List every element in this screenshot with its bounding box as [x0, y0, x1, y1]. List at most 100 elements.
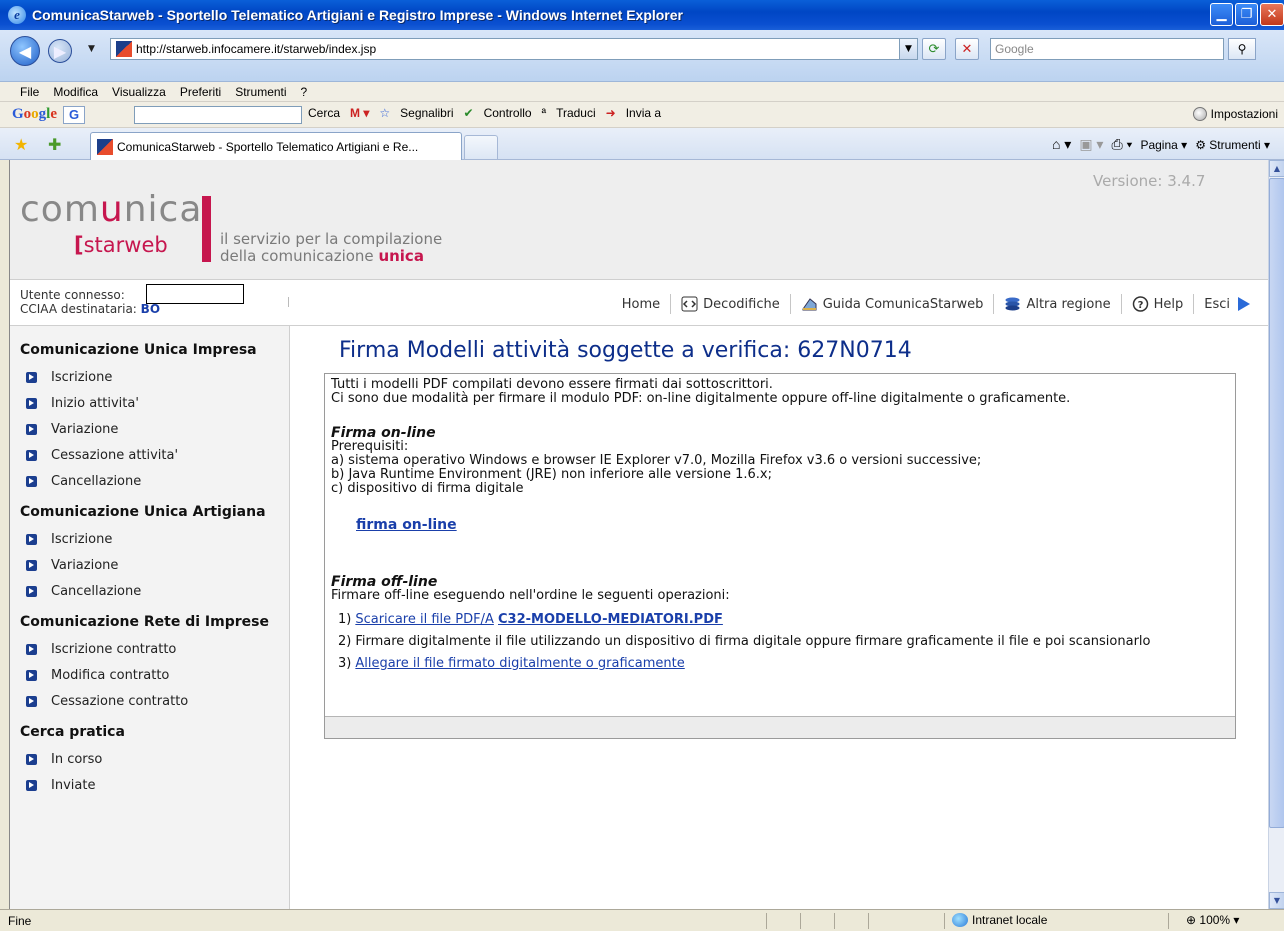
sidebar-item-impresa-inizio-attivita[interactable]: Inizio attivita': [10, 390, 289, 416]
home-icon[interactable]: ⌂ ▾: [1052, 136, 1071, 153]
step-sign: 2) Firmare digitalmente il file utilizza…: [338, 634, 1151, 649]
menu-modifica[interactable]: Modifica: [53, 85, 98, 99]
nav-decodifiche[interactable]: Decodifiche: [670, 294, 790, 314]
tools-menu[interactable]: ⚙ Strumenti ▾: [1195, 138, 1270, 152]
command-bar: ⌂ ▾ ▣ ▾ ⎙ ▾ Pagina ▾ ⚙ Strumenti ▾: [1052, 136, 1270, 153]
status-divider: [868, 913, 869, 929]
arrow-bullet-icon: [26, 371, 37, 383]
user-connected-value: [146, 284, 244, 304]
arrow-bullet-icon: [26, 753, 37, 765]
nav-help[interactable]: ? Help: [1120, 294, 1194, 314]
search-input[interactable]: Google: [990, 38, 1224, 60]
sidebar-item-artigiana-iscrizione[interactable]: Iscrizione: [10, 526, 289, 552]
menu-help[interactable]: ?: [301, 85, 308, 99]
version-label: Versione: 3.4.7: [1093, 172, 1206, 190]
pdf-filename-link[interactable]: C32-MODELLO-MEDIATORI.PDF: [498, 613, 723, 627]
menu-strumenti[interactable]: Strumenti: [235, 85, 286, 99]
menu-visualizza[interactable]: Visualizza: [112, 85, 166, 99]
google-segnalibri-button[interactable]: Segnalibri: [400, 106, 453, 120]
refresh-icon[interactable]: ⟳: [922, 38, 946, 60]
scroll-thumb[interactable]: [1269, 178, 1284, 828]
top-navigation: Home Decodifiche Guida ComunicaStarweb A…: [612, 294, 1267, 314]
google-traduci-button[interactable]: Traduci: [556, 106, 596, 120]
forward-button[interactable]: ▶: [48, 39, 72, 63]
stop-icon[interactable]: ✕: [955, 38, 979, 60]
close-button[interactable]: ✕: [1260, 3, 1284, 26]
security-zone[interactable]: Intranet locale: [952, 913, 1047, 927]
sidebar-section-title: Comunicazione Rete di Imprese: [20, 614, 269, 630]
feeds-icon[interactable]: ▣ ▾: [1079, 136, 1103, 153]
url-text[interactable]: http://starweb.infocamere.it/starweb/ind…: [136, 42, 376, 56]
vertical-scrollbar[interactable]: ▲ ▼: [1268, 160, 1284, 909]
page-viewport: comunica [starweb il servizio per la com…: [9, 160, 1268, 909]
google-menu-button[interactable]: G: [63, 105, 86, 124]
settings-label[interactable]: Impostazioni: [1211, 107, 1278, 121]
intro-text: Tutti i modelli PDF compilati devono ess…: [331, 377, 773, 392]
decodifiche-icon: [681, 296, 698, 312]
url-field[interactable]: http://starweb.infocamere.it/starweb/ind…: [110, 38, 918, 60]
address-bar: ◀ ▶ ▼ http://starweb.infocamere.it/starw…: [0, 30, 1284, 82]
status-divider: [944, 913, 945, 929]
google-settings-button[interactable]: Impostazioni: [1192, 107, 1278, 121]
tab-favicon-icon: [97, 138, 113, 155]
nav-esci[interactable]: Esci: [1193, 294, 1267, 314]
arrow-bullet-icon: [26, 533, 37, 545]
search-icon[interactable]: ⚲: [1228, 38, 1256, 60]
prereq-item: a) sistema operativo Windows e browser I…: [331, 453, 982, 468]
offline-intro: Firmare off-line eseguendo nell'ordine l…: [331, 588, 730, 603]
page-menu[interactable]: Pagina ▾: [1140, 138, 1187, 152]
help-icon: ?: [1132, 296, 1148, 312]
google-controllo-button[interactable]: Controllo: [484, 106, 532, 120]
attach-signed-file-link[interactable]: Allegare il file firmato digitalmente o …: [355, 657, 684, 671]
google-search-input[interactable]: [134, 106, 302, 124]
zoom-level[interactable]: ⊕ 100% ▾: [1186, 913, 1239, 927]
nav-home[interactable]: Home: [612, 294, 670, 314]
nav-guida[interactable]: Guida ComunicaStarweb: [789, 294, 994, 314]
menu-preferiti[interactable]: Preferiti: [180, 85, 221, 99]
url-dropdown-icon[interactable]: ▼: [899, 39, 917, 59]
bookmarks-star-icon: ☆: [379, 106, 391, 120]
translate-icon: ª: [541, 106, 547, 120]
history-dropdown-icon[interactable]: ▼: [88, 44, 95, 54]
sidebar-item-rete-iscrizione-contratto[interactable]: Iscrizione contratto: [10, 636, 289, 662]
sidebar-item-impresa-variazione[interactable]: Variazione: [10, 416, 289, 442]
prereq-label: Prerequisiti:: [331, 439, 409, 454]
google-invia-button[interactable]: Invia a: [626, 106, 661, 120]
status-divider: [834, 913, 835, 929]
favorites-star-icon[interactable]: ★: [14, 135, 28, 155]
menu-file[interactable]: File: [20, 85, 39, 99]
arrow-bullet-icon: [26, 779, 37, 791]
sidebar-item-rete-modifica-contratto[interactable]: Modifica contratto: [10, 662, 289, 688]
sidebar-item-pratica-in-corso[interactable]: In corso: [10, 746, 289, 772]
back-button[interactable]: ◀: [10, 36, 40, 66]
sidebar-item-impresa-cancellazione[interactable]: Cancellazione: [10, 468, 289, 494]
google-cerca-button[interactable]: Cerca: [308, 106, 340, 120]
firma-online-link[interactable]: firma on-line: [356, 518, 457, 532]
google-logo: Google: [12, 106, 58, 122]
new-tab-button[interactable]: [464, 135, 498, 159]
nav-altra-regione[interactable]: Altra regione: [993, 294, 1120, 314]
status-divider: [800, 913, 801, 929]
sidebar-item-artigiana-variazione[interactable]: Variazione: [10, 552, 289, 578]
print-icon[interactable]: ⎙ ▾: [1111, 136, 1132, 153]
sidebar-item-impresa-cessazione[interactable]: Cessazione attivita': [10, 442, 289, 468]
sidebar-item-impresa-iscrizione[interactable]: Iscrizione: [10, 364, 289, 390]
tab-comunicastarweb[interactable]: ComunicaStarweb - Sportello Telematico A…: [90, 132, 462, 160]
main-content: Firma Modelli attività soggette a verifi…: [291, 326, 1268, 909]
sidebar-item-artigiana-cancellazione[interactable]: Cancellazione: [10, 578, 289, 604]
maximize-button[interactable]: ❐: [1235, 3, 1258, 26]
tab-title[interactable]: ComunicaStarweb - Sportello Telematico A…: [117, 140, 418, 154]
add-favorite-icon[interactable]: ✚: [48, 135, 61, 155]
window-title: ComunicaStarweb - Sportello Telematico A…: [32, 7, 683, 23]
scroll-up-icon[interactable]: ▲: [1269, 160, 1284, 177]
arrow-bullet-icon: [26, 669, 37, 681]
sidebar-item-pratica-inviate[interactable]: Inviate: [10, 772, 289, 798]
minimize-button[interactable]: ▁: [1210, 3, 1233, 26]
download-pdf-link[interactable]: Scaricare il file PDF/A: [355, 613, 494, 627]
sidebar-item-rete-cessazione-contratto[interactable]: Cessazione contratto: [10, 688, 289, 714]
scroll-down-icon[interactable]: ▼: [1269, 892, 1284, 909]
comunica-logo: comunica: [20, 189, 203, 230]
exit-arrow-icon: [1238, 297, 1250, 311]
arrow-bullet-icon: [26, 585, 37, 597]
mail-icon[interactable]: M ▾: [350, 106, 369, 120]
